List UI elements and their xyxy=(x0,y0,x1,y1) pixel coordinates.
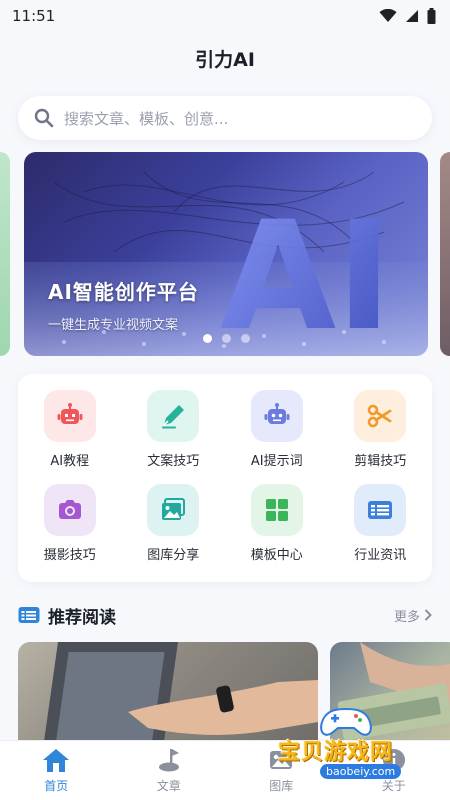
search-bar[interactable]: 搜索文章、模板、创意... xyxy=(18,96,432,140)
list-icon xyxy=(18,607,40,623)
carousel-dot-1[interactable] xyxy=(202,334,212,343)
section-title-group: 推荐阅读 xyxy=(18,603,116,628)
app-title-bar: 引力AI xyxy=(0,34,450,82)
watermark-text: 宝贝游戏网 xyxy=(278,740,394,765)
tool-industry-news[interactable]: 行业资讯 xyxy=(329,484,433,578)
grid-icon xyxy=(265,499,288,521)
article-card[interactable] xyxy=(18,642,318,742)
watermark-url: baobeiy.com xyxy=(320,764,402,779)
gamepad-icon xyxy=(320,708,372,736)
news-icon xyxy=(368,501,393,519)
tool-label: AI教程 xyxy=(50,454,90,469)
search-icon xyxy=(34,108,54,128)
tool-ai-tutorial[interactable]: AI教程 xyxy=(18,390,122,484)
tab-articles[interactable]: 文章 xyxy=(113,741,226,800)
banner-carousel[interactable]: AI AI智能创作平台 一键生成专业视频文案 xyxy=(0,152,450,356)
pen-icon xyxy=(162,405,185,429)
wifi-icon xyxy=(379,9,397,22)
tool-tile xyxy=(147,390,200,442)
tool-label: 图库分享 xyxy=(147,548,200,563)
tool-gallery[interactable]: 图库分享 xyxy=(122,484,226,578)
signal-icon xyxy=(406,10,418,22)
banner-title: AI智能创作平台 xyxy=(48,280,199,304)
tool-tile xyxy=(354,484,407,536)
banner-subtitle: 一键生成专业视频文案 xyxy=(48,318,179,333)
banner-prev-peek[interactable] xyxy=(0,152,10,356)
tool-label: 模板中心 xyxy=(250,548,303,563)
chevron-right-icon xyxy=(424,609,432,621)
robot-icon xyxy=(57,403,83,424)
tool-templates[interactable]: 模板中心 xyxy=(225,484,329,578)
tool-tile xyxy=(354,390,407,442)
tool-ai-prompts[interactable]: AI提示词 xyxy=(225,390,329,484)
article-icon xyxy=(158,749,179,772)
tool-copywriting[interactable]: 文案技巧 xyxy=(122,390,226,484)
status-icons xyxy=(379,8,436,24)
gallery-icon xyxy=(162,498,186,520)
tool-tile xyxy=(43,390,96,442)
tool-photography[interactable]: 摄影技巧 xyxy=(18,484,122,578)
tool-tile xyxy=(250,484,303,536)
status-bar: 11:51 xyxy=(0,0,450,32)
tab-home[interactable]: 首页 xyxy=(0,741,113,800)
tab-label: 首页 xyxy=(44,779,69,793)
category-grid: AI教程 文案技巧 AI提示词 剪辑技巧 摄影技巧 图库分享 模板中心 行业资讯 xyxy=(18,374,432,582)
home-icon xyxy=(43,749,70,772)
tool-editing[interactable]: 剪辑技巧 xyxy=(329,390,433,484)
battery-icon xyxy=(427,8,436,24)
tool-label: AI提示词 xyxy=(250,454,303,469)
tool-tile xyxy=(147,484,200,536)
more-label: 更多 xyxy=(393,609,420,625)
scissors-icon xyxy=(367,404,392,428)
camera-icon xyxy=(58,500,81,519)
status-time: 11:51 xyxy=(12,7,56,25)
tool-label: 文案技巧 xyxy=(147,454,200,469)
watermark-logo: 宝贝游戏网 baobeiy.com xyxy=(276,704,426,782)
tool-tile xyxy=(250,390,303,442)
banner-slide[interactable]: AI AI智能创作平台 一键生成专业视频文案 xyxy=(24,152,428,356)
robot-icon xyxy=(264,403,290,424)
article-thumbnail xyxy=(42,642,318,742)
carousel-dots xyxy=(24,334,428,343)
carousel-dot-3[interactable] xyxy=(240,334,250,343)
carousel-dot-2[interactable] xyxy=(221,334,231,343)
section-title: 推荐阅读 xyxy=(48,607,116,628)
app-title: 引力AI xyxy=(195,48,255,71)
tab-label: 文章 xyxy=(156,779,181,793)
banner-art-letters: AI xyxy=(220,190,392,356)
search-placeholder[interactable]: 搜索文章、模板、创意... xyxy=(64,108,228,129)
more-link[interactable]: 更多 xyxy=(394,606,432,625)
tool-tile xyxy=(43,484,96,536)
tool-label: 剪辑技巧 xyxy=(354,454,407,469)
tool-label: 行业资讯 xyxy=(354,548,407,563)
banner-next-peek[interactable] xyxy=(440,152,450,356)
recommended-section-header: 推荐阅读 更多 xyxy=(18,600,432,630)
tool-label: 摄影技巧 xyxy=(43,548,96,563)
